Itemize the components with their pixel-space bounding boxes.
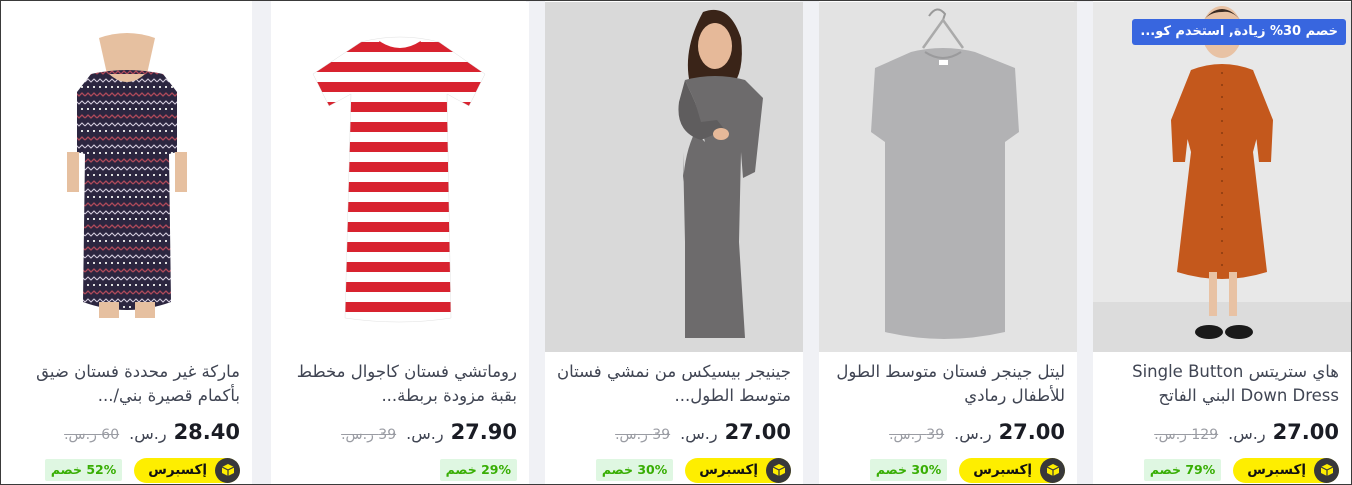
price-row: 27.00 ر.س. 39 ر.س. [555, 420, 791, 444]
card-gap [252, 1, 271, 484]
product-image[interactable] [819, 2, 1077, 352]
discount-badge: 30% خصم [869, 459, 948, 481]
discount-badge: 52% خصم [44, 459, 123, 481]
promo-badge: خصم 30% زيادة, استخدم كو... [1132, 19, 1346, 45]
discount-badge: 79% خصم [1143, 459, 1222, 481]
price-currency: ر.س. [954, 424, 992, 443]
price-amount: 27.00 [998, 420, 1065, 444]
product-photo [271, 2, 529, 352]
price-currency: ر.س. [680, 424, 718, 443]
price-currency: ر.س. [129, 424, 167, 443]
price-currency: ر.س. [406, 424, 444, 443]
product-card[interactable]: روماتشي فستان كاجوال مخطط بقبة مزودة برب… [271, 2, 529, 484]
price-row: 27.90 ر.س. 39 ر.س. [281, 420, 517, 444]
product-title[interactable]: هاي ستريتس Single Button Down Dress البن… [1103, 360, 1339, 408]
price-row: 27.00 ر.س. 129 ر.س. [1103, 420, 1339, 444]
box-icon [1314, 457, 1339, 483]
product-image[interactable]: خصم 30% زيادة, استخدم كو... [1093, 2, 1351, 352]
product-carousel: خصم 30% زيادة, استخدم كو... هاي ستريتس S… [0, 0, 1352, 485]
old-price: 39 ر.س. [341, 427, 397, 443]
product-image[interactable] [1, 2, 252, 352]
old-price: 39 ر.س. [615, 427, 671, 443]
product-photo [1, 2, 252, 352]
product-card[interactable]: جينيجر بيسيكس من نمشي فستان متوسط الطول.… [545, 2, 803, 484]
product-image[interactable] [545, 2, 803, 352]
price-amount: 27.90 [450, 420, 517, 444]
badge-row: 29% خصم [281, 457, 517, 483]
express-badge: إكسبرس [1233, 457, 1339, 483]
price-row: 27.00 ر.س. 39 ر.س. [829, 420, 1065, 444]
product-title[interactable]: ليتل جينجر فستان متوسط الطول للأطفال رما… [829, 360, 1065, 408]
express-label: إكسبرس [699, 462, 758, 478]
product-card[interactable]: ليتل جينجر فستان متوسط الطول للأطفال رما… [819, 2, 1077, 484]
product-photo [819, 2, 1077, 352]
express-label: إكسبرس [148, 462, 207, 478]
price-amount: 27.00 [1272, 420, 1339, 444]
box-icon [215, 457, 240, 483]
discount-badge: 29% خصم [439, 459, 517, 481]
express-label: إكسبرس [1247, 462, 1306, 478]
box-icon [766, 457, 791, 483]
product-title[interactable]: جينيجر بيسيكس من نمشي فستان متوسط الطول.… [555, 360, 791, 408]
price-row: 28.40 ر.س. 60 ر.س. [11, 420, 240, 444]
discount-badge: 30% خصم [595, 459, 674, 481]
product-photo [1093, 2, 1351, 352]
product-card[interactable]: ماركة غير محددة فستان ضيق بأكمام قصيرة ب… [1, 2, 252, 484]
old-price: 60 ر.س. [64, 427, 120, 443]
old-price: 129 ر.س. [1154, 427, 1219, 443]
badge-row: إكسبرس 52% خصم [11, 457, 240, 483]
express-label: إكسبرس [973, 462, 1032, 478]
product-title[interactable]: ماركة غير محددة فستان ضيق بأكمام قصيرة ب… [11, 360, 240, 408]
product-photo [545, 2, 803, 352]
product-title[interactable]: روماتشي فستان كاجوال مخطط بقبة مزودة برب… [281, 360, 517, 408]
express-badge: إكسبرس [134, 457, 240, 483]
product-image[interactable] [271, 2, 529, 352]
price-currency: ر.س. [1228, 424, 1266, 443]
express-badge: إكسبرس [685, 457, 791, 483]
old-price: 39 ر.س. [889, 427, 945, 443]
badge-row: إكسبرس 30% خصم [555, 457, 791, 483]
product-card[interactable]: خصم 30% زيادة, استخدم كو... هاي ستريتس S… [1093, 2, 1351, 484]
express-badge: إكسبرس [959, 457, 1065, 483]
price-amount: 28.40 [173, 420, 240, 444]
badge-row: إكسبرس 79% خصم [1103, 457, 1339, 483]
badge-row: إكسبرس 30% خصم [829, 457, 1065, 483]
box-icon [1040, 457, 1065, 483]
price-amount: 27.00 [724, 420, 791, 444]
